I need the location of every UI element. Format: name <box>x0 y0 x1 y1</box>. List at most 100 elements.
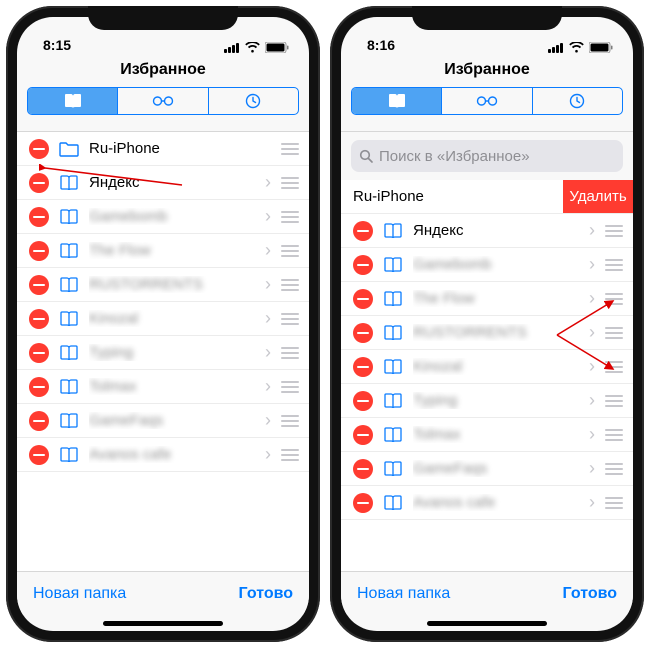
list-item[interactable]: The Flow› <box>341 282 633 316</box>
list-item[interactable]: Avanos cafe› <box>341 486 633 520</box>
delete-minus-button[interactable] <box>29 275 49 295</box>
list-item[interactable]: Gamebomb› <box>341 248 633 282</box>
tab-bookmarks[interactable] <box>352 88 442 114</box>
chevron-right-icon: › <box>583 356 601 377</box>
book-icon <box>59 309 79 329</box>
notch <box>412 6 562 30</box>
segmented-control[interactable] <box>27 87 299 115</box>
list-item-label: Яндекс <box>89 174 259 191</box>
book-icon <box>59 445 79 465</box>
tab-history[interactable] <box>533 88 622 114</box>
list-item-label: Kinozal <box>89 310 259 327</box>
list-item[interactable]: The Flow› <box>17 234 309 268</box>
new-folder-button[interactable]: Новая папка <box>33 585 126 603</box>
delete-minus-button[interactable] <box>353 391 373 411</box>
delete-minus-button[interactable] <box>353 425 373 445</box>
new-folder-button[interactable]: Новая папка <box>357 585 450 603</box>
delete-minus-button[interactable] <box>353 357 373 377</box>
wifi-icon <box>569 42 584 53</box>
book-icon <box>383 425 403 445</box>
bookmark-list-left[interactable]: Ru-iPhoneЯндекс›Gamebomb›The Flow›RUSTOR… <box>17 132 309 571</box>
list-item[interactable]: GameFaqs› <box>17 404 309 438</box>
book-icon <box>383 323 403 343</box>
list-item[interactable]: Ru-iPhone <box>17 132 309 166</box>
reorder-handle[interactable] <box>601 395 623 407</box>
list-item[interactable]: GameFaqs› <box>341 452 633 486</box>
bookmark-list-right[interactable]: Ru-iPhone Удалить Яндекс›Gamebomb›The Fl… <box>341 180 633 571</box>
delete-minus-button[interactable] <box>353 493 373 513</box>
list-item-label: The Flow <box>413 290 583 307</box>
list-item[interactable]: Kinozal› <box>341 350 633 384</box>
tab-reading-list[interactable] <box>118 88 208 114</box>
book-icon <box>388 93 406 109</box>
list-item[interactable]: RUSTORRENTS› <box>17 268 309 302</box>
reorder-handle[interactable] <box>601 463 623 475</box>
phone-frame-right: 8:16 Избранное Поис <box>330 6 644 642</box>
tab-history[interactable] <box>209 88 298 114</box>
chevron-right-icon: › <box>259 342 277 363</box>
reorder-handle[interactable] <box>277 347 299 359</box>
done-button[interactable]: Готово <box>239 585 293 603</box>
list-item[interactable]: Kinozal› <box>17 302 309 336</box>
done-button[interactable]: Готово <box>563 585 617 603</box>
list-item[interactable]: Tolmax› <box>341 418 633 452</box>
reorder-handle[interactable] <box>277 211 299 223</box>
segmented-control[interactable] <box>351 87 623 115</box>
delete-minus-button[interactable] <box>353 323 373 343</box>
delete-button[interactable]: Удалить <box>563 180 633 213</box>
delete-minus-button[interactable] <box>29 377 49 397</box>
delete-minus-button[interactable] <box>353 255 373 275</box>
reorder-handle[interactable] <box>601 361 623 373</box>
delete-minus-button[interactable] <box>29 445 49 465</box>
chevron-right-icon: › <box>583 390 601 411</box>
home-indicator[interactable] <box>17 615 309 631</box>
swiped-row[interactable]: Ru-iPhone Удалить <box>341 180 633 214</box>
delete-minus-button[interactable] <box>353 221 373 241</box>
list-item[interactable]: Avanos cafe› <box>17 438 309 472</box>
list-item[interactable]: Typing› <box>341 384 633 418</box>
list-item[interactable]: Typing› <box>17 336 309 370</box>
glasses-icon <box>152 95 174 107</box>
book-icon <box>59 275 79 295</box>
reorder-handle[interactable] <box>277 381 299 393</box>
reorder-handle[interactable] <box>277 245 299 257</box>
delete-minus-button[interactable] <box>29 411 49 431</box>
reorder-handle[interactable] <box>601 293 623 305</box>
delete-minus-button[interactable] <box>29 309 49 329</box>
battery-icon <box>589 42 613 53</box>
delete-minus-button[interactable] <box>29 241 49 261</box>
reorder-handle[interactable] <box>277 415 299 427</box>
list-item[interactable]: Яндекс› <box>341 214 633 248</box>
signal-icon <box>548 42 564 53</box>
home-indicator[interactable] <box>341 615 633 631</box>
reorder-handle[interactable] <box>601 225 623 237</box>
delete-minus-button[interactable] <box>353 289 373 309</box>
reorder-handle[interactable] <box>601 497 623 509</box>
list-item[interactable]: Tolmax› <box>17 370 309 404</box>
tab-bookmarks[interactable] <box>28 88 118 114</box>
reorder-handle[interactable] <box>601 429 623 441</box>
tab-reading-list[interactable] <box>442 88 532 114</box>
bottom-toolbar: Новая папка Готово <box>341 571 633 615</box>
list-item[interactable]: RUSTORRENTS› <box>341 316 633 350</box>
book-icon <box>383 221 403 241</box>
reorder-handle[interactable] <box>277 143 299 155</box>
reorder-handle[interactable] <box>601 259 623 271</box>
reorder-handle[interactable] <box>277 313 299 325</box>
list-item[interactable]: Gamebomb› <box>17 200 309 234</box>
delete-minus-button[interactable] <box>29 173 49 193</box>
chevron-right-icon: › <box>259 240 277 261</box>
delete-minus-button[interactable] <box>353 459 373 479</box>
delete-minus-button[interactable] <box>29 139 49 159</box>
reorder-handle[interactable] <box>277 177 299 189</box>
search-field[interactable]: Поиск в «Избранное» <box>351 140 623 172</box>
reorder-handle[interactable] <box>277 279 299 291</box>
list-item-label: Gamebomb <box>413 256 583 273</box>
list-item-label: GameFaqs <box>89 412 259 429</box>
delete-minus-button[interactable] <box>29 343 49 363</box>
list-item[interactable]: Яндекс› <box>17 166 309 200</box>
delete-minus-button[interactable] <box>29 207 49 227</box>
reorder-handle[interactable] <box>601 327 623 339</box>
status-indicators <box>224 42 289 53</box>
reorder-handle[interactable] <box>277 449 299 461</box>
